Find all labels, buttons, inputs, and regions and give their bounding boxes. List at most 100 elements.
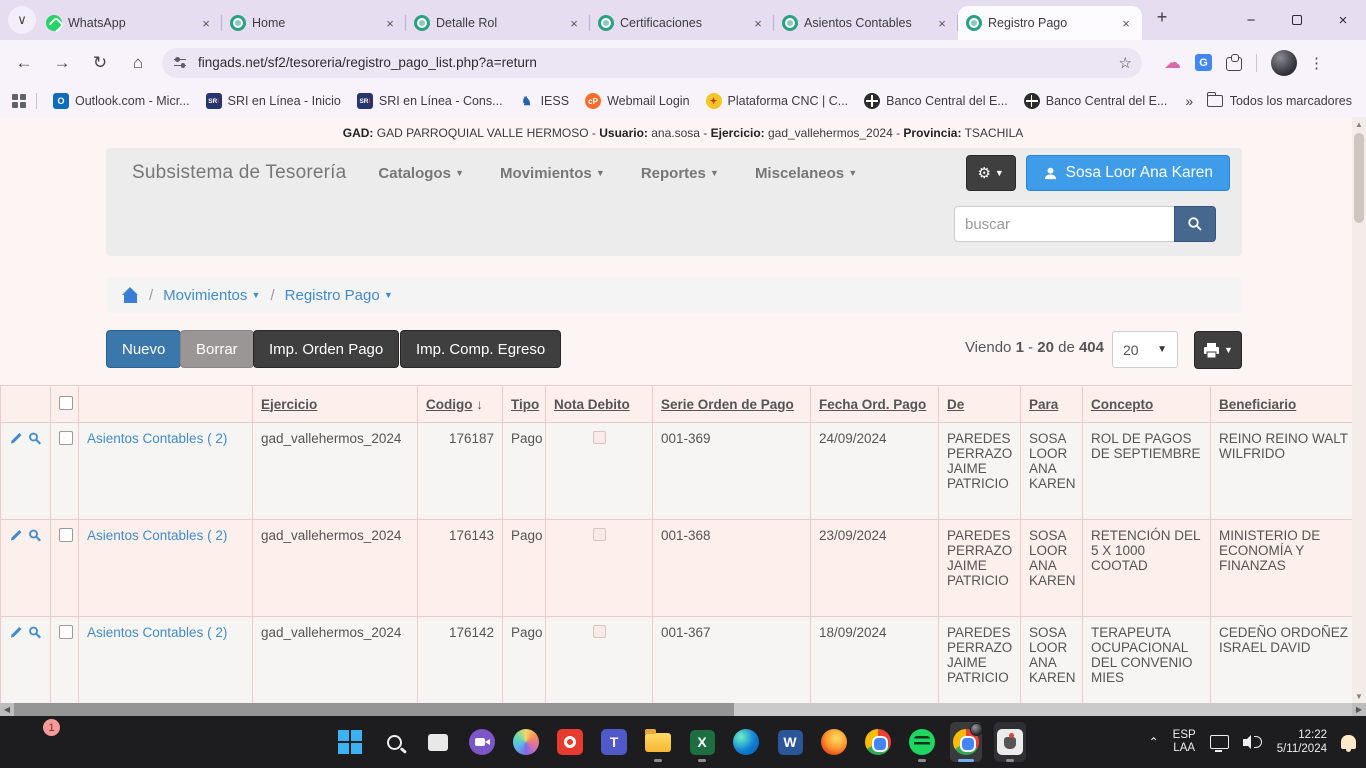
reload-icon[interactable]: ↻ xyxy=(86,49,114,77)
word-app[interactable]: W xyxy=(774,722,806,762)
site-settings-icon[interactable] xyxy=(172,55,188,71)
header-de[interactable]: De xyxy=(939,386,1021,423)
close-window-button[interactable]: × xyxy=(1320,0,1366,40)
extensions-puzzle-icon[interactable] xyxy=(1226,55,1242,71)
horizontal-scrollbar[interactable]: ◀ ▶ xyxy=(0,703,1366,716)
tab-close-icon[interactable]: × xyxy=(934,15,950,31)
breadcrumb-movimientos[interactable]: Movimientos ▼ xyxy=(163,287,260,304)
all-bookmarks-button[interactable]: Todos los marcadores xyxy=(1207,94,1366,108)
page-size-select[interactable]: 20▼ xyxy=(1112,331,1178,368)
bookmark-star-icon[interactable]: ☆ xyxy=(1119,54,1132,72)
bookmark-sri-consultas[interactable]: SRiSRI en Línea - Cons... xyxy=(349,89,511,113)
search-button[interactable] xyxy=(1174,206,1216,242)
menu-reportes[interactable]: Reportes ▼ xyxy=(623,165,737,182)
header-beneficiario[interactable]: Beneficiario xyxy=(1211,386,1353,423)
row-checkbox[interactable] xyxy=(59,625,73,639)
spotify-app[interactable] xyxy=(906,722,938,762)
bookmark-outlook[interactable]: OOutlook.com - Micr... xyxy=(45,89,198,113)
chat-app[interactable] xyxy=(466,722,498,762)
chrome-active-app[interactable] xyxy=(950,722,982,762)
view-search-icon[interactable] xyxy=(28,625,42,640)
edit-pencil-icon[interactable] xyxy=(9,528,23,543)
tab-detalle-rol[interactable]: Detalle Rol × xyxy=(406,6,590,40)
settings-gear-button[interactable]: ⚙▼ xyxy=(966,155,1016,191)
home-breadcrumb-icon[interactable] xyxy=(122,288,139,303)
header-fecha-ord[interactable]: Fecha Ord. Pago xyxy=(811,386,939,423)
tab-home[interactable]: Home × xyxy=(222,6,406,40)
header-serie-orden[interactable]: Serie Orden de Pago xyxy=(653,386,811,423)
edit-pencil-icon[interactable] xyxy=(9,431,23,446)
browser-menu-icon[interactable]: ⋮ xyxy=(1309,54,1324,72)
url-text[interactable]: fingads.net/sf2/tesoreria/registro_pago_… xyxy=(198,55,1111,70)
file-explorer-app[interactable] xyxy=(642,722,674,762)
bookmark-webmail[interactable]: cPWebmail Login xyxy=(577,89,697,113)
bookmark-cnc[interactable]: ✦Plataforma CNC | C... xyxy=(698,89,857,113)
profile-avatar[interactable] xyxy=(1271,50,1297,76)
restore-button[interactable] xyxy=(1274,0,1320,40)
menu-miscelaneos[interactable]: Miscelaneos ▼ xyxy=(737,165,875,182)
tab-close-icon[interactable]: × xyxy=(566,15,582,31)
header-concepto[interactable]: Concepto xyxy=(1083,386,1211,423)
scroll-down-icon[interactable]: ▼ xyxy=(1352,689,1366,703)
scroll-up-icon[interactable]: ▲ xyxy=(1352,117,1366,131)
header-ejercicio[interactable]: Ejercicio xyxy=(253,386,418,423)
imp-comp-egreso-button[interactable]: Imp. Comp. Egreso xyxy=(400,330,561,368)
new-tab-button[interactable]: + xyxy=(1148,3,1176,31)
header-para[interactable]: Para xyxy=(1021,386,1083,423)
bookmark-bce-1[interactable]: Banco Central del E... xyxy=(856,89,1016,113)
tab-close-icon[interactable]: × xyxy=(750,15,766,31)
language-indicator[interactable]: ESPLAA xyxy=(1173,729,1196,755)
user-account-button[interactable]: Sosa Loor Ana Karen xyxy=(1026,155,1230,191)
print-button[interactable]: ▼ xyxy=(1194,331,1242,369)
edge-app[interactable] xyxy=(730,722,762,762)
vertical-scrollbar[interactable]: ▲ ▼ xyxy=(1352,117,1366,703)
excel-app[interactable]: X xyxy=(686,722,718,762)
home-icon[interactable]: ⌂ xyxy=(124,49,152,77)
acrobat-app[interactable] xyxy=(554,722,586,762)
row-checkbox[interactable] xyxy=(59,528,73,542)
tab-close-icon[interactable]: × xyxy=(198,15,214,31)
display-cast-icon[interactable] xyxy=(1210,735,1229,749)
edit-pencil-icon[interactable] xyxy=(9,625,23,640)
bookmarks-overflow-icon[interactable]: » xyxy=(1175,93,1203,109)
menu-catalogos[interactable]: Catalogos ▼ xyxy=(360,165,482,182)
view-search-icon[interactable] xyxy=(28,528,42,543)
asientos-contables-link[interactable]: Asientos Contables ( 2) xyxy=(87,431,227,446)
clock[interactable]: 12:225/11/2024 xyxy=(1277,728,1327,756)
chrome-app[interactable] xyxy=(862,722,894,762)
start-button[interactable] xyxy=(334,722,366,762)
bookmark-iess[interactable]: ♞IESS xyxy=(511,89,578,113)
tab-certificaciones[interactable]: Certificaciones × xyxy=(590,6,774,40)
tab-asientos-contables[interactable]: Asientos Contables × xyxy=(774,6,958,40)
cloud-extension-icon[interactable]: ☁ xyxy=(1164,53,1181,73)
breadcrumb-registro-pago[interactable]: Registro Pago ▼ xyxy=(285,287,393,304)
volume-icon[interactable] xyxy=(1243,734,1263,750)
translate-extension-icon[interactable]: G xyxy=(1195,54,1212,71)
header-codigo[interactable]: Codigo ↓ xyxy=(418,386,503,423)
tab-registro-pago[interactable]: Registro Pago × xyxy=(958,6,1142,40)
task-view-button[interactable] xyxy=(422,722,454,762)
horizontal-scroll-thumb[interactable] xyxy=(14,703,734,716)
scroll-right-icon[interactable]: ▶ xyxy=(1352,703,1366,716)
tab-close-icon[interactable]: × xyxy=(1118,15,1134,31)
firefox-app[interactable] xyxy=(818,722,850,762)
tab-whatsapp[interactable]: WhatsApp × xyxy=(38,6,222,40)
borrar-button[interactable]: Borrar xyxy=(180,330,254,368)
tab-close-icon[interactable]: × xyxy=(382,15,398,31)
forward-icon[interactable]: → xyxy=(48,49,76,77)
imp-orden-pago-button[interactable]: Imp. Orden Pago xyxy=(253,330,399,368)
select-all-checkbox[interactable] xyxy=(59,396,73,410)
nuevo-button[interactable]: Nuevo xyxy=(106,330,181,368)
vertical-scroll-thumb[interactable] xyxy=(1354,133,1364,223)
copilot-app[interactable] xyxy=(510,722,542,762)
apps-grid-icon[interactable] xyxy=(12,94,26,108)
remote-tool-app[interactable] xyxy=(994,722,1026,762)
notifications-bell-icon[interactable] xyxy=(1341,735,1356,749)
asientos-contables-link[interactable]: Asientos Contables ( 2) xyxy=(87,625,227,640)
tray-notification-app[interactable]: 1 xyxy=(20,724,56,760)
tab-search-button[interactable]: ∨ xyxy=(8,6,36,34)
scroll-left-icon[interactable]: ◀ xyxy=(0,703,14,716)
header-tipo[interactable]: Tipo xyxy=(503,386,546,423)
view-search-icon[interactable] xyxy=(28,431,42,446)
search-input[interactable] xyxy=(954,206,1174,242)
